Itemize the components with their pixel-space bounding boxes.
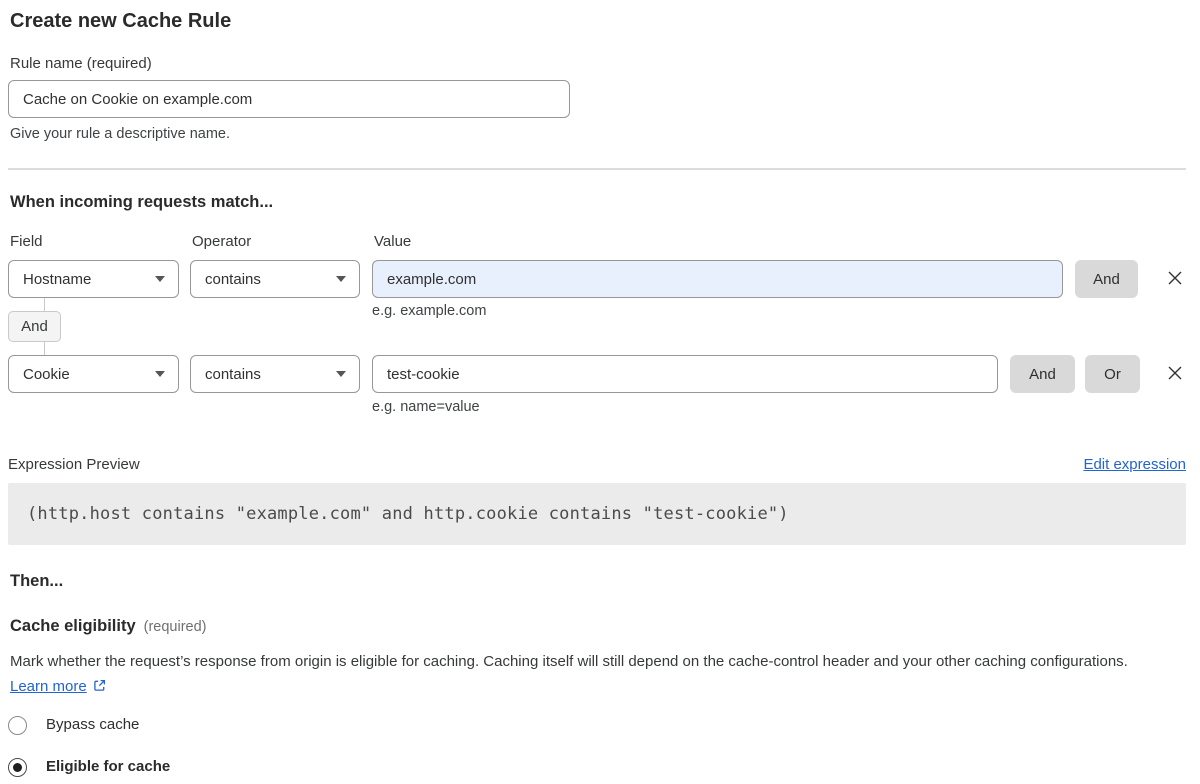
operator-select-2-value: contains (205, 366, 261, 383)
radio-button-eligible-for-cache[interactable] (8, 758, 27, 777)
rule-name-label: Rule name (required) (10, 55, 1186, 73)
external-link-icon (92, 680, 107, 697)
expression-preview-label: Expression Preview (8, 456, 140, 474)
connector-and-chip[interactable]: And (8, 311, 61, 342)
chevron-down-icon (336, 276, 346, 282)
edit-expression-link[interactable]: Edit expression (1083, 456, 1186, 473)
required-badge: (required) (144, 619, 207, 635)
chevron-down-icon (155, 276, 165, 282)
field-select-2[interactable]: Cookie (8, 355, 179, 393)
close-icon (1165, 363, 1185, 386)
page-title: Create new Cache Rule (10, 8, 1186, 34)
condition-column-labels: Field Operator Value (8, 233, 1186, 251)
value-hint-1: e.g. example.com (372, 302, 486, 320)
chevron-down-icon (155, 371, 165, 377)
condition-row-2: Cookie contains And Or (8, 355, 1186, 393)
radio-dot (13, 763, 22, 772)
condition-connector-zone: e.g. example.com And (8, 298, 1186, 355)
add-and-condition-button-2[interactable]: And (1010, 355, 1075, 393)
operator-column-label: Operator (190, 233, 372, 251)
description-text: Mark whether the request’s response from… (10, 653, 1128, 670)
cache-eligibility-heading: Cache eligibility (10, 616, 136, 636)
add-or-condition-button-2[interactable]: Or (1085, 355, 1140, 393)
remove-condition-button-1[interactable] (1164, 268, 1186, 290)
create-cache-rule-form: Create new Cache Rule Rule name (require… (0, 0, 1200, 777)
value-hint-2: e.g. name=value (372, 398, 1186, 416)
cache-eligibility-heading-row: Cache eligibility (required) (8, 616, 1186, 636)
then-heading: Then... (10, 571, 1186, 591)
radio-label-bypass-cache: Bypass cache (46, 715, 139, 735)
rule-name-input[interactable] (8, 80, 570, 118)
value-column-label: Value (372, 233, 411, 251)
chevron-down-icon (336, 371, 346, 377)
remove-condition-button-2[interactable] (1164, 363, 1186, 385)
expression-code: (http.host contains "example.com" and ht… (8, 483, 1186, 545)
operator-select-2[interactable]: contains (190, 355, 360, 393)
learn-more-link[interactable]: Learn more (10, 678, 87, 695)
section-divider (8, 168, 1186, 170)
operator-select-1-value: contains (205, 271, 261, 288)
cache-eligibility-description: Mark whether the request’s response from… (10, 649, 1170, 701)
radio-option-eligible-for-cache[interactable]: Eligible for cache (8, 757, 1186, 777)
field-select-2-value: Cookie (23, 366, 70, 383)
field-column-label: Field (8, 233, 190, 251)
match-heading: When incoming requests match... (10, 192, 1186, 212)
condition-row-1: Hostname contains And (8, 260, 1186, 298)
radio-option-bypass-cache[interactable]: Bypass cache (8, 715, 1186, 735)
add-and-condition-button-1[interactable]: And (1075, 260, 1138, 298)
radio-label-eligible-for-cache: Eligible for cache (46, 757, 170, 777)
field-select-1[interactable]: Hostname (8, 260, 179, 298)
operator-select-1[interactable]: contains (190, 260, 360, 298)
value-input-2[interactable] (372, 355, 998, 393)
close-icon (1165, 268, 1185, 291)
field-select-1-value: Hostname (23, 271, 91, 288)
value-input-1[interactable] (372, 260, 1063, 298)
rule-name-help: Give your rule a descriptive name. (10, 125, 1186, 143)
radio-button-bypass-cache[interactable] (8, 716, 27, 735)
expression-preview-header: Expression Preview Edit expression (8, 456, 1186, 474)
